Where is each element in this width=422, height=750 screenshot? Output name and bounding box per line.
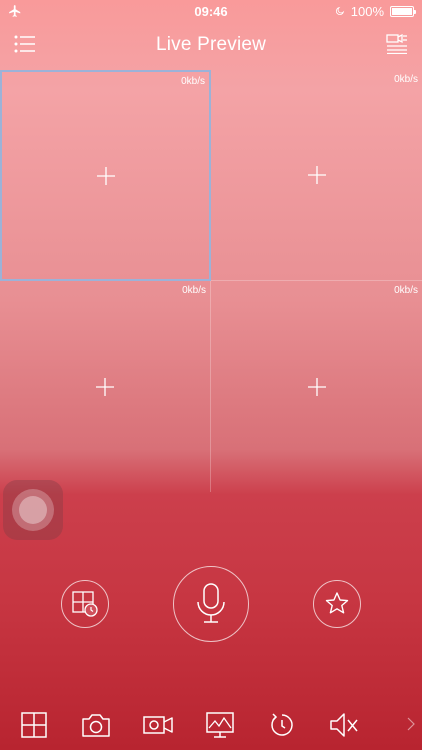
record-icon bbox=[142, 716, 173, 734]
microphone-icon bbox=[197, 583, 225, 623]
battery-percent: 100% bbox=[350, 3, 384, 19]
ptz-icon bbox=[270, 713, 293, 736]
record-button[interactable] bbox=[141, 709, 174, 742]
snapshot-icon bbox=[81, 714, 110, 737]
preview-grid: 0kb/s 0kb/s 0kb/s 0kb/s bbox=[0, 70, 422, 493]
playback-button[interactable] bbox=[61, 580, 109, 628]
device-list-icon[interactable] bbox=[14, 34, 36, 54]
add-channel-icon[interactable] bbox=[96, 166, 116, 186]
chevron-right-icon[interactable] bbox=[406, 716, 416, 732]
add-channel-icon[interactable] bbox=[307, 377, 327, 397]
favorite-button[interactable] bbox=[313, 580, 361, 628]
assistive-touch-ring bbox=[12, 489, 54, 531]
bottom-toolbar bbox=[0, 700, 422, 750]
status-left bbox=[8, 4, 68, 18]
assistive-touch-button[interactable] bbox=[3, 480, 63, 540]
ptz-button[interactable] bbox=[265, 709, 298, 742]
quality-icon bbox=[205, 712, 234, 738]
split-screen-icon bbox=[20, 712, 47, 738]
bitrate-label: 0kb/s bbox=[394, 285, 418, 296]
two-way-talk-button[interactable] bbox=[173, 566, 249, 642]
status-bar: 09:46 100% bbox=[0, 0, 422, 22]
bitrate-label: 0kb/s bbox=[181, 76, 205, 87]
add-channel-icon[interactable] bbox=[307, 165, 327, 185]
page-title: Live Preview bbox=[155, 34, 267, 55]
airplane-icon bbox=[9, 5, 21, 17]
moon-icon bbox=[335, 6, 344, 16]
star-icon bbox=[325, 592, 349, 614]
bitrate-label: 0kb/s bbox=[394, 74, 418, 85]
preview-window-4[interactable]: 0kb/s bbox=[211, 281, 422, 492]
nav-bar: Live Preview bbox=[0, 22, 422, 68]
image-quality-button[interactable] bbox=[203, 709, 236, 742]
mute-icon bbox=[329, 713, 358, 737]
playback-icon bbox=[72, 591, 98, 617]
channel-list-icon[interactable] bbox=[386, 34, 408, 54]
add-channel-icon[interactable] bbox=[95, 377, 115, 397]
preview-window-3[interactable]: 0kb/s bbox=[0, 281, 211, 492]
split-screen-button[interactable] bbox=[17, 709, 50, 742]
snapshot-button[interactable] bbox=[79, 709, 112, 742]
assistive-touch-dot bbox=[19, 496, 47, 524]
preview-window-1[interactable]: 0kb/s bbox=[0, 70, 211, 281]
status-right: 100% bbox=[335, 3, 416, 19]
bitrate-label: 0kb/s bbox=[182, 285, 206, 296]
preview-window-2[interactable]: 0kb/s bbox=[211, 70, 422, 281]
mute-button[interactable] bbox=[327, 709, 360, 742]
battery-icon bbox=[390, 5, 416, 17]
